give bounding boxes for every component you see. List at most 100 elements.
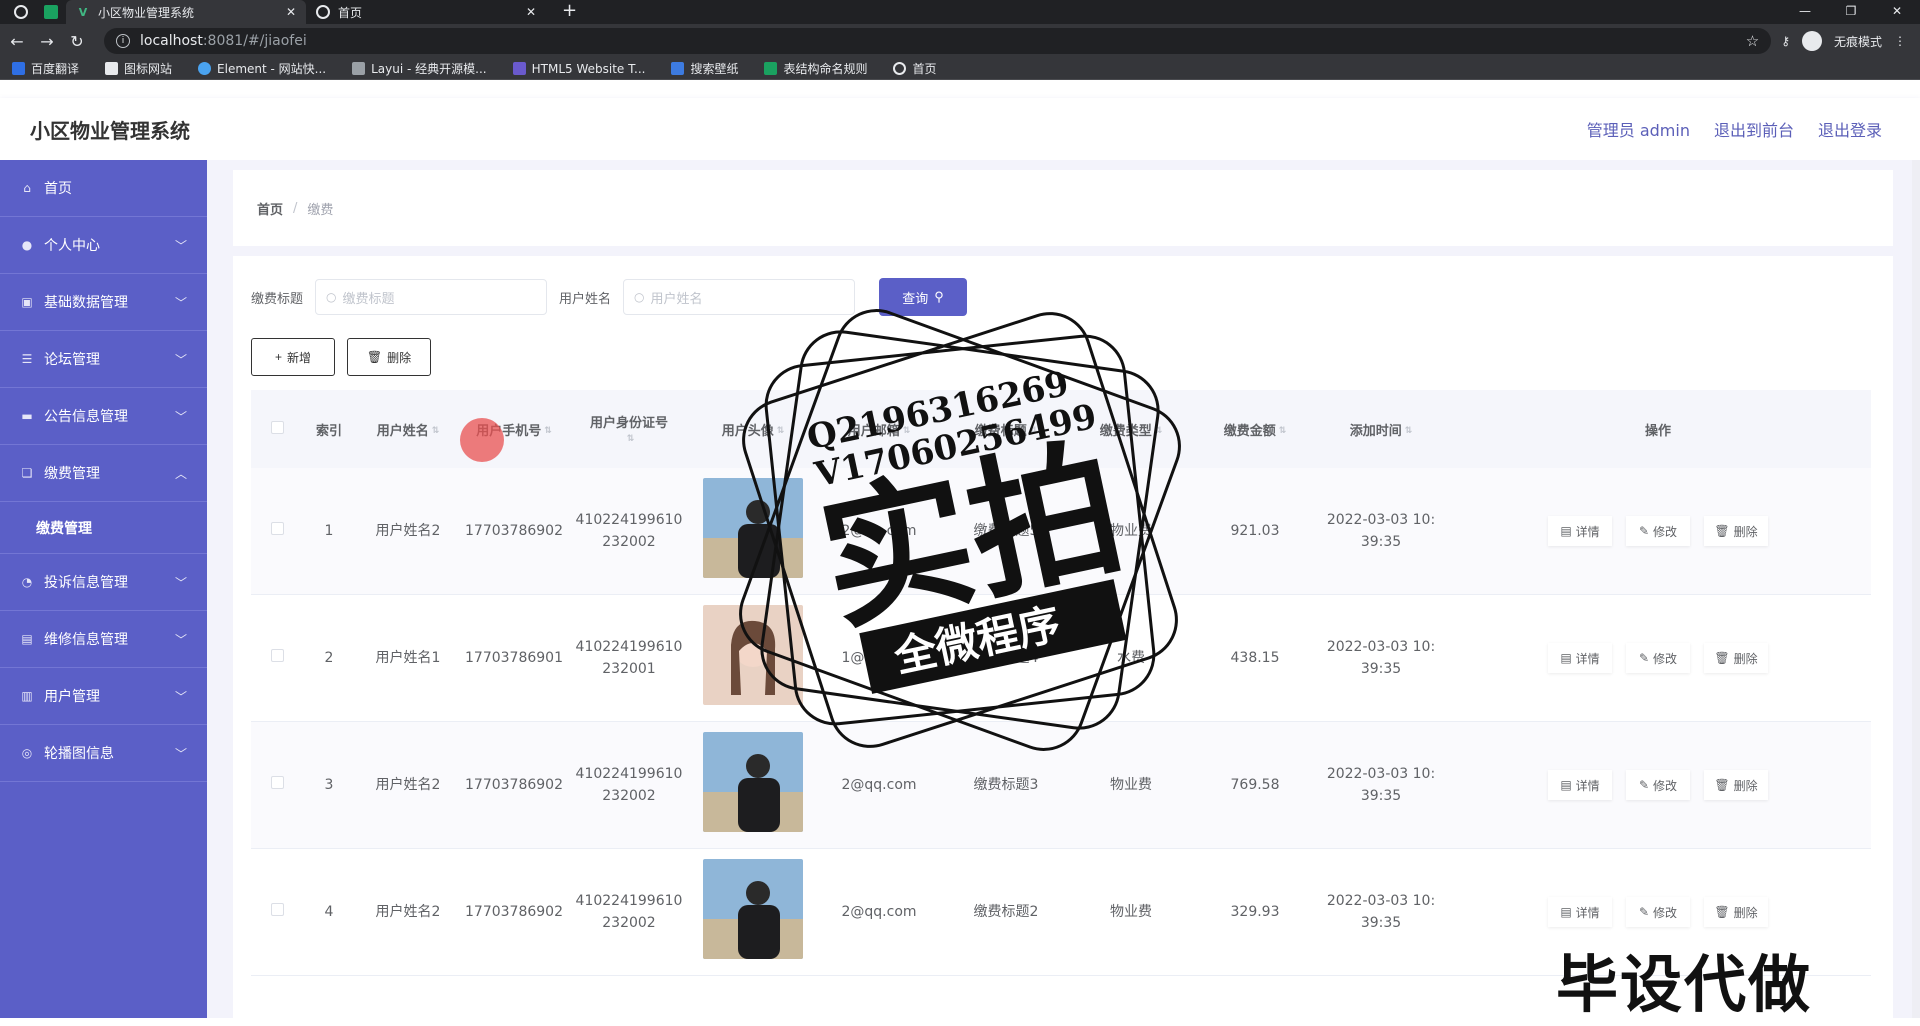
col-user-name[interactable]: 用户姓名 ⇅	[355, 390, 461, 468]
incognito-label[interactable]: 无痕模式	[1834, 33, 1882, 50]
bookmark-item[interactable]: 表结构命名规则	[764, 60, 867, 77]
bookmark-item[interactable]: Layui - 经典开源模...	[352, 60, 487, 77]
sidebar-item-profile[interactable]: ● 个人中心 ﹀	[0, 217, 207, 274]
sidebar-item-basic-data[interactable]: ▣ 基础数据管理 ﹀	[0, 274, 207, 331]
row-checkbox[interactable]	[270, 776, 284, 789]
sidebar-item-users[interactable]: ▥ 用户管理 ﹀	[0, 668, 207, 725]
batch-delete-button[interactable]: 🗑 删除	[347, 338, 431, 376]
detail-button[interactable]: ▤ 详情	[1548, 770, 1612, 800]
page-scrollbar[interactable]	[1912, 160, 1920, 1018]
detail-button[interactable]: ▤ 详情	[1548, 516, 1612, 546]
sort-icon[interactable]: ⇅	[1279, 426, 1287, 436]
close-icon[interactable]: ✕	[286, 5, 296, 19]
table-row: 3 用户姓名2 17703786902 410224199610 232002 2…	[251, 722, 1871, 849]
browser-tab[interactable]: 首页 ✕	[306, 0, 546, 24]
user-name-input[interactable]: ○ 用户姓名	[623, 279, 856, 315]
delete-button[interactable]: 🗑 删除	[1704, 516, 1768, 546]
sort-icon[interactable]: ⇅	[1155, 426, 1163, 436]
col-email[interactable]: 用户邮箱 ⇅	[815, 390, 943, 468]
chevron-down-icon: ﹀	[174, 746, 187, 761]
row-index: 4	[303, 849, 355, 976]
cursor-highlight	[460, 418, 504, 462]
sidebar-item-carousel[interactable]: ◎ 轮播图信息 ﹀	[0, 725, 207, 782]
close-icon[interactable]: ✕	[526, 5, 536, 19]
row-phone: 17703786902	[461, 849, 567, 976]
bookmark-item[interactable]: 百度翻译	[12, 60, 79, 77]
bookmark-star-icon[interactable]: ☆	[1746, 32, 1759, 50]
row-index: 2	[303, 595, 355, 722]
bookmark-item[interactable]: 首页	[893, 60, 937, 77]
sort-icon[interactable]: ⇅	[1030, 426, 1038, 436]
bookmark-item[interactable]: 搜索壁纸	[671, 60, 738, 77]
sort-icon[interactable]: ⇅	[1405, 426, 1413, 436]
edit-button[interactable]: ✎ 修改	[1626, 770, 1690, 800]
col-id-number[interactable]: 用户身份证号 ⇅	[567, 390, 691, 468]
row-checkbox[interactable]	[270, 903, 284, 916]
sidebar-item-fee[interactable]: ❏ 缴费管理 ︿	[0, 445, 207, 502]
flag-icon	[105, 62, 119, 75]
incognito-avatar-icon[interactable]	[1801, 31, 1822, 51]
forward-icon[interactable]: →	[34, 32, 60, 51]
browser-tab-active[interactable]: V 小区物业管理系统 ✕	[66, 0, 306, 24]
sidebar-subitem-fee[interactable]: 缴费管理	[0, 502, 207, 554]
delete-button[interactable]: 🗑 删除	[1704, 643, 1768, 673]
col-fee-type[interactable]: 缴费类型 ⇅	[1069, 390, 1193, 468]
restore-icon[interactable]: ❐	[1828, 0, 1874, 24]
browser-menu-icon[interactable]	[14, 5, 28, 19]
row-checkbox[interactable]	[270, 522, 284, 535]
detail-button[interactable]: ▤ 详情	[1548, 897, 1612, 927]
bookmark-item[interactable]: Element - 网站快...	[198, 60, 326, 77]
avatar-photo	[703, 477, 803, 578]
new-tab-icon[interactable]: +	[562, 0, 577, 21]
url-input[interactable]: i localhost:8081/#/jiaofei ☆	[104, 28, 1772, 54]
row-checkbox[interactable]	[270, 649, 284, 662]
back-icon[interactable]: ←	[4, 32, 30, 51]
sort-icon[interactable]: ⇅	[903, 426, 911, 436]
reload-icon[interactable]: ↻	[64, 32, 90, 51]
row-user-name: 用户姓名2	[355, 468, 461, 595]
delete-button[interactable]: 🗑 删除	[1704, 770, 1768, 800]
fee-title-input[interactable]: ○ 缴费标题	[315, 279, 548, 315]
sidebar-item-notice[interactable]: ▬ 公告信息管理 ﹀	[0, 388, 207, 445]
col-amount[interactable]: 缴费金额 ⇅	[1193, 390, 1317, 468]
row-fee-title: 缴费标题4	[943, 595, 1069, 722]
more-icon[interactable]: ⋮	[1894, 34, 1906, 48]
query-button[interactable]: 查询 ⚲	[879, 278, 968, 316]
sidebar-item-home[interactable]: ⌂ 首页	[0, 160, 207, 217]
sidebar-item-forum[interactable]: ☰ 论坛管理 ﹀	[0, 331, 207, 388]
front-link[interactable]: 退出到前台	[1714, 117, 1794, 141]
breadcrumb: 首页 / 缴费	[233, 170, 1893, 246]
edit-button[interactable]: ✎ 修改	[1626, 516, 1690, 546]
document-icon: ▤	[1560, 524, 1572, 538]
chevron-down-icon: ﹀	[174, 689, 187, 704]
sort-icon[interactable]: ⇅	[544, 426, 552, 436]
col-fee-title[interactable]: 缴费标题 ⇅	[943, 390, 1069, 468]
sidebar-item-repair[interactable]: ▤ 维修信息管理 ﹀	[0, 611, 207, 668]
sort-icon[interactable]: ⇅	[432, 426, 440, 436]
row-id-number: 410224199610 232002	[567, 849, 691, 976]
row-actions: ▤ 详情 ✎ 修改 🗑 删除	[1445, 468, 1871, 595]
minimize-icon[interactable]: —	[1782, 0, 1828, 24]
add-button[interactable]: + 新增	[251, 338, 335, 376]
bookmark-item[interactable]: 图标网站	[105, 60, 172, 77]
row-avatar	[691, 849, 815, 976]
bookmark-item[interactable]: HTML5 Website T...	[512, 62, 645, 76]
info-icon[interactable]: i	[116, 34, 130, 48]
sort-icon[interactable]: ⇅	[627, 434, 635, 444]
logout-link[interactable]: 退出登录	[1818, 117, 1882, 141]
admin-link[interactable]: 管理员 admin	[1587, 117, 1690, 141]
select-all-checkbox[interactable]	[270, 420, 284, 434]
sort-icon[interactable]: ⇅	[777, 426, 785, 436]
sidebar-item-complaint[interactable]: ◔ 投诉信息管理 ﹀	[0, 554, 207, 611]
detail-button[interactable]: ▤ 详情	[1548, 643, 1612, 673]
edit-button[interactable]: ✎ 修改	[1626, 643, 1690, 673]
key-icon[interactable]: ⚷	[1781, 34, 1790, 48]
col-time[interactable]: 添加时间 ⇅	[1317, 390, 1445, 468]
close-window-icon[interactable]: ✕	[1874, 0, 1920, 24]
pinned-tab-icon[interactable]	[44, 5, 58, 19]
breadcrumb-home[interactable]: 首页	[257, 199, 283, 218]
edit-button[interactable]: ✎ 修改	[1626, 897, 1690, 927]
col-avatar[interactable]: 用户头像 ⇅	[691, 390, 815, 468]
delete-button[interactable]: 🗑 删除	[1704, 897, 1768, 927]
list-icon: ☰	[21, 352, 33, 366]
